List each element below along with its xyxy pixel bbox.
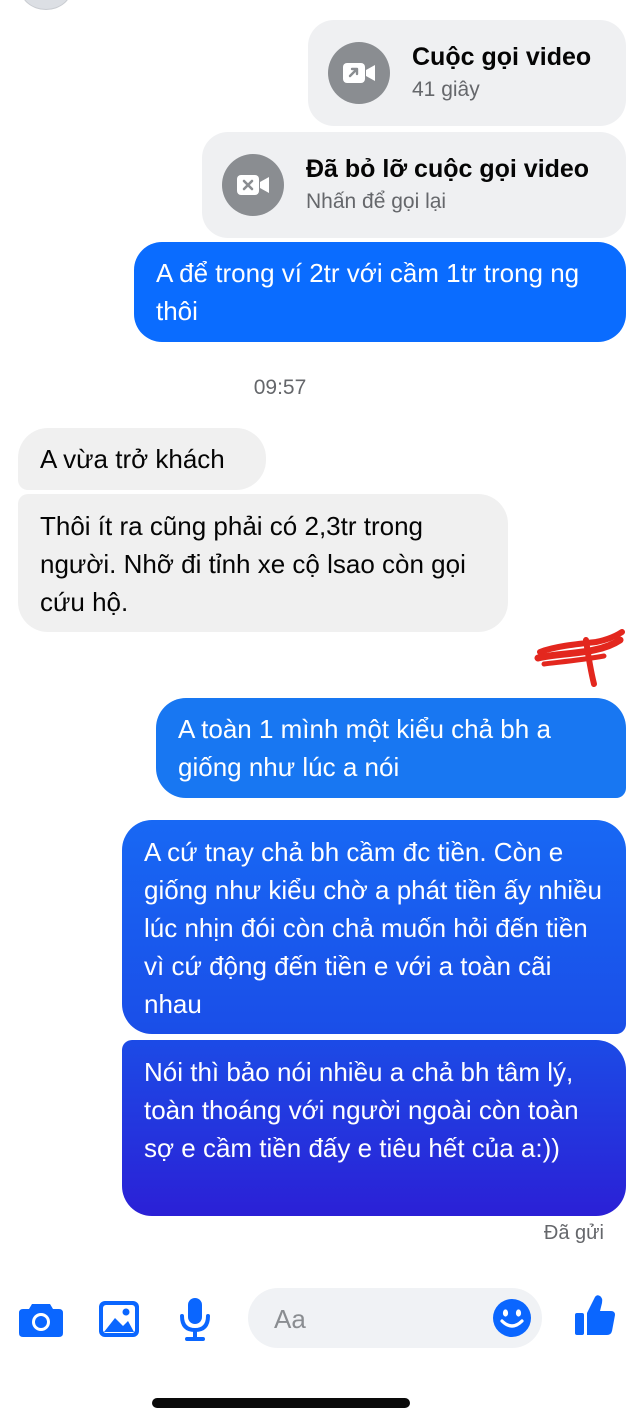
- call-callback-hint: Nhấn để gọi lại: [306, 190, 447, 213]
- incoming-message[interactable]: Thôi ít ra cũng phải có 2,3tr trong ngườ…: [18, 494, 508, 632]
- like-button[interactable]: [572, 1294, 618, 1336]
- image-icon: [99, 1301, 139, 1337]
- video-call-bubble[interactable]: Cuộc gọi video 41 giây: [308, 20, 626, 126]
- message-timestamp: 09:57: [253, 376, 307, 399]
- message-status: Đã gửi: [543, 1222, 604, 1244]
- home-indicator: [152, 1398, 410, 1408]
- video-call-icon: [328, 42, 390, 104]
- outgoing-message[interactable]: Nói thì bảo nói nhiều a chả bh tâm lý, t…: [122, 1040, 626, 1216]
- contact-avatar[interactable]: [20, 0, 72, 10]
- outgoing-message[interactable]: A để trong ví 2tr với cầm 1tr trong ng t…: [134, 242, 626, 342]
- camera-button[interactable]: [18, 1298, 64, 1340]
- composer-bar: [0, 1286, 640, 1350]
- red-scribble-mark: [534, 629, 625, 687]
- message-input-container: [248, 1288, 542, 1350]
- message-input[interactable]: [248, 1288, 506, 1350]
- outgoing-message[interactable]: A cứ tnay chả bh cầm đc tiền. Còn e giốn…: [122, 820, 626, 1034]
- missed-video-call-icon: [222, 154, 284, 216]
- outgoing-message[interactable]: A toàn 1 mình một kiểu chả bh a giống nh…: [156, 698, 626, 798]
- call-title: Đã bỏ lỡ cuộc gọi video: [306, 155, 590, 183]
- emoji-button[interactable]: [492, 1298, 532, 1343]
- call-duration: 41 giây: [412, 78, 480, 101]
- missed-video-call-bubble[interactable]: Đã bỏ lỡ cuộc gọi video Nhấn để gọi lại: [202, 132, 626, 238]
- incoming-message[interactable]: A vừa trở khách: [18, 428, 266, 490]
- camera-icon: [19, 1304, 63, 1337]
- thumbs-up-icon: [575, 1295, 615, 1335]
- gallery-button[interactable]: [96, 1298, 142, 1340]
- microphone-icon: [180, 1298, 210, 1341]
- voice-button[interactable]: [172, 1298, 218, 1341]
- emoji-icon: [493, 1299, 531, 1337]
- call-title: Cuộc gọi video: [412, 43, 592, 71]
